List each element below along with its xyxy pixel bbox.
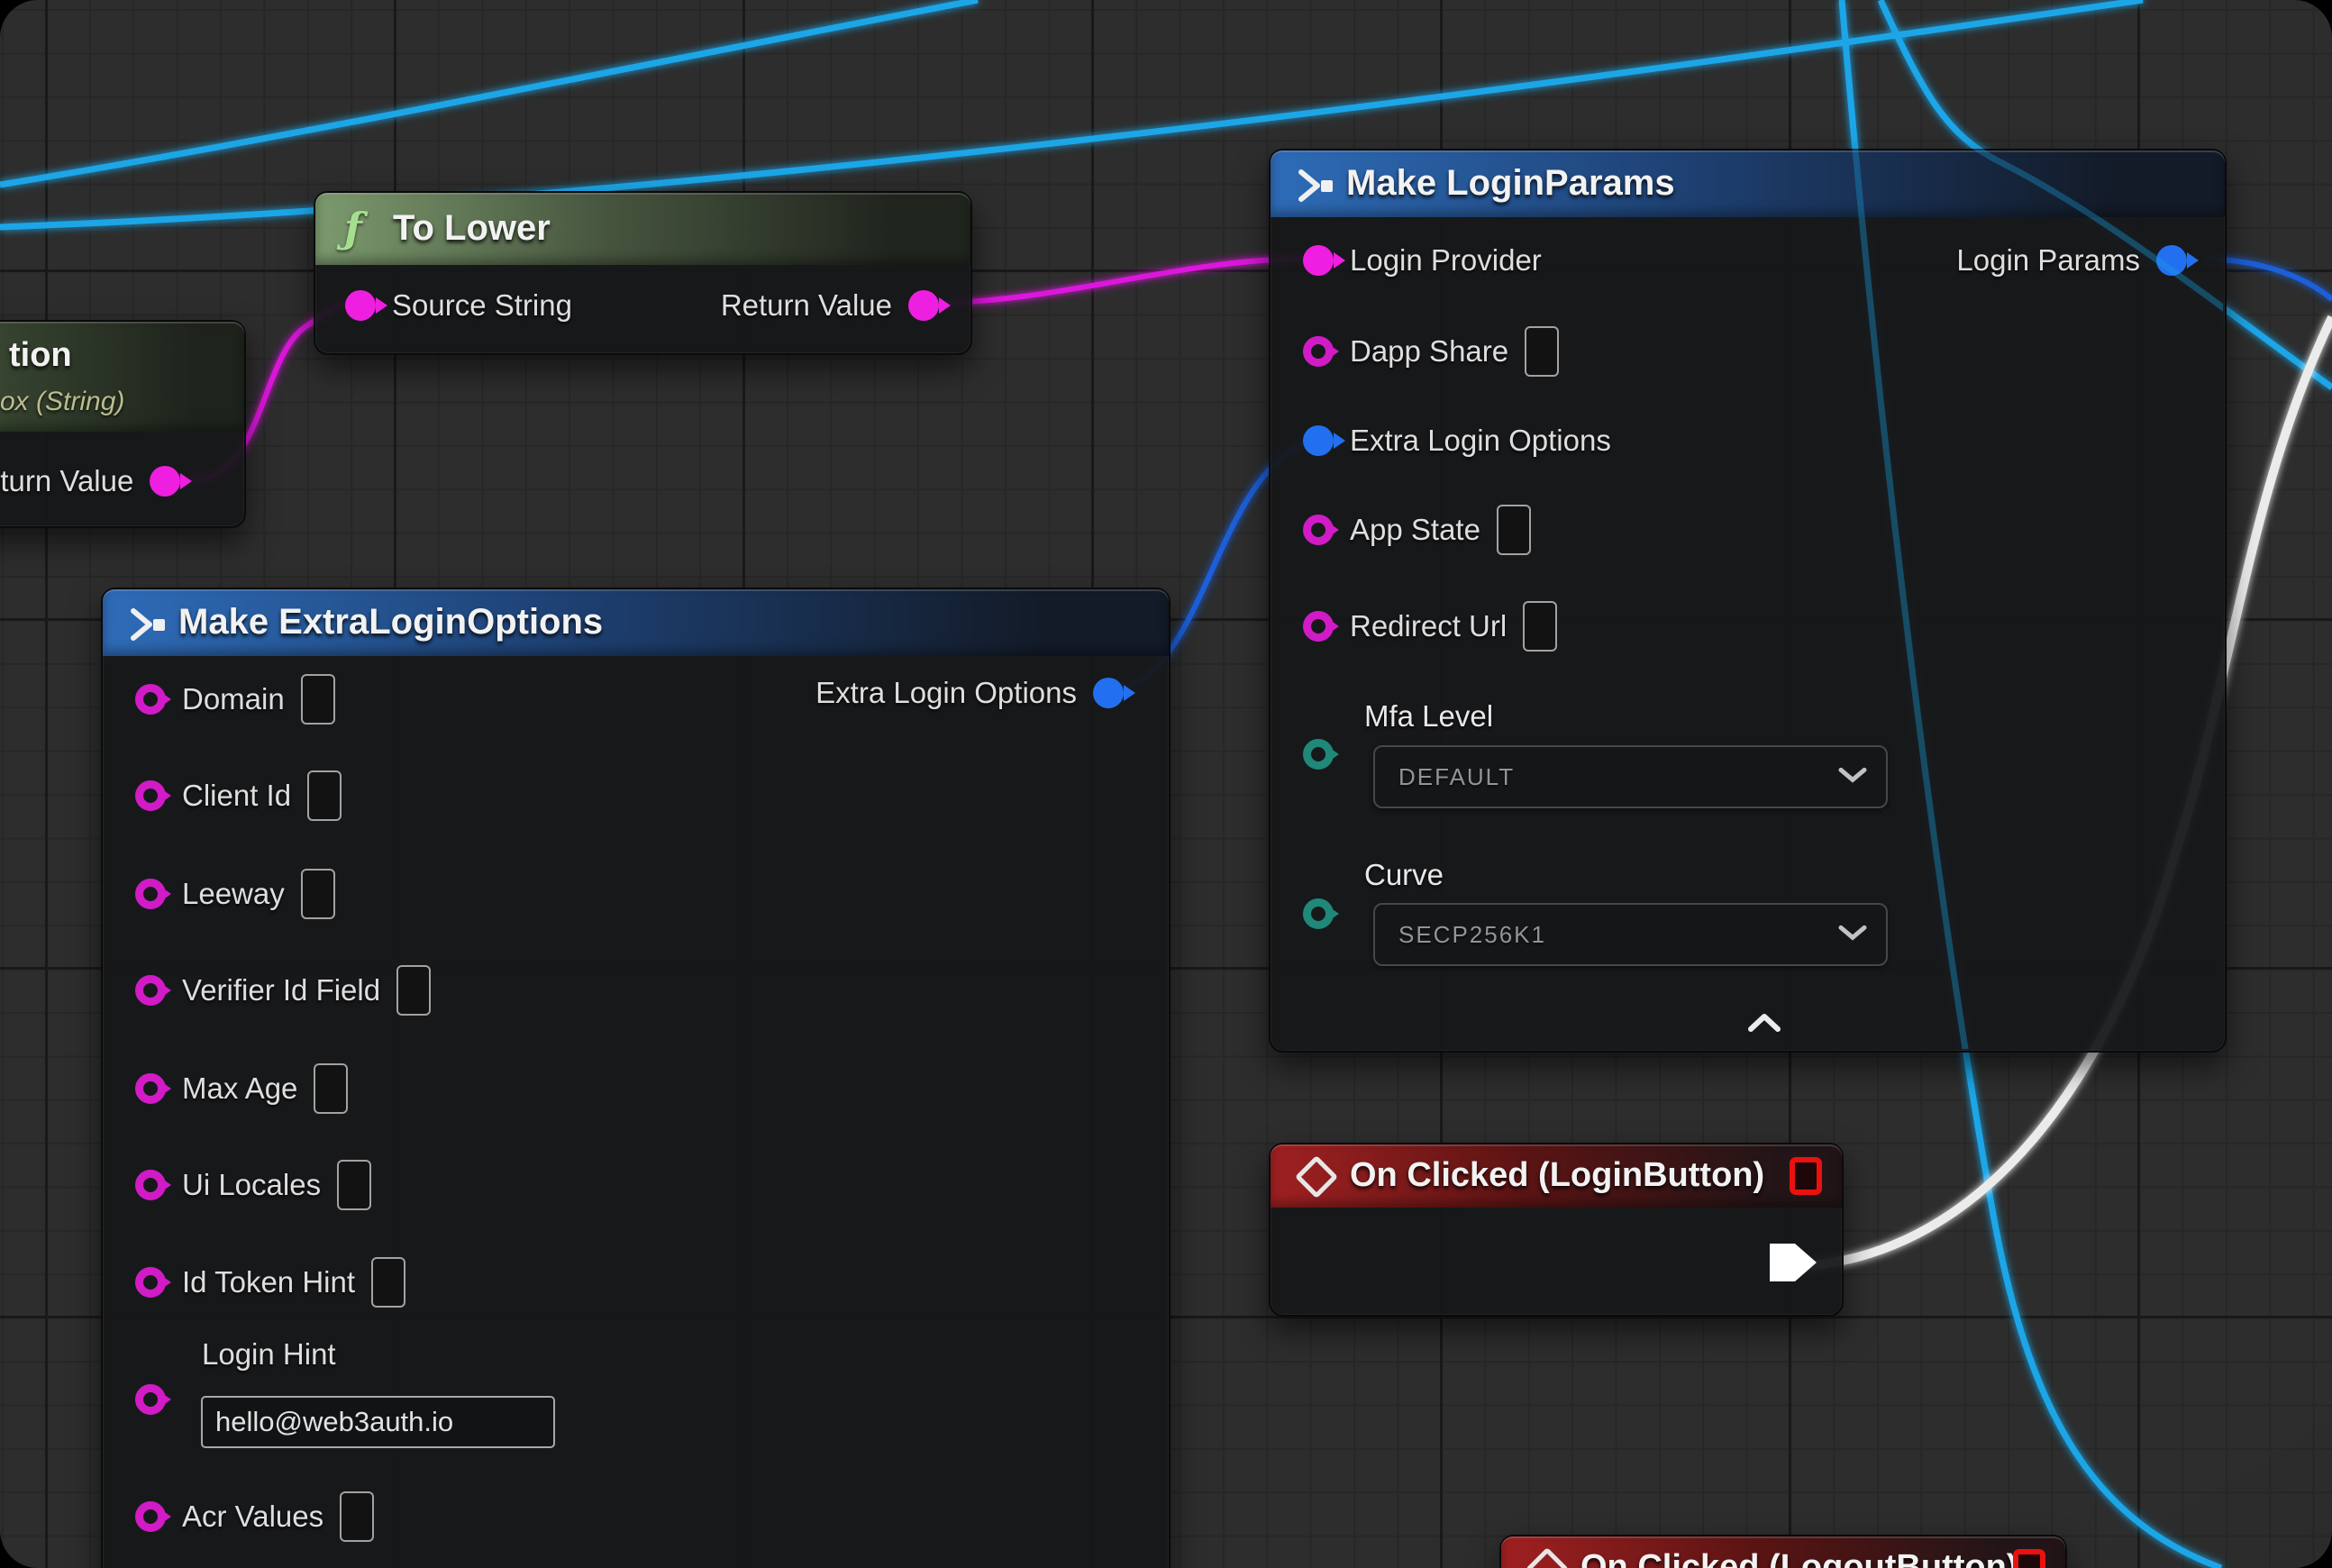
make-struct-icon bbox=[1294, 166, 1335, 205]
pin-label-acr-values: Acr Values bbox=[182, 1500, 323, 1534]
delegate-output-pin[interactable] bbox=[2013, 1549, 2045, 1568]
pin-label-app-state: App State bbox=[1350, 513, 1480, 547]
wire-magenta-tolower-to-loginprovider[interactable] bbox=[915, 259, 1307, 304]
pin-label-leeway: Leeway bbox=[182, 877, 285, 911]
redirect-url-value-box[interactable] bbox=[1523, 601, 1557, 652]
string-input-pin[interactable] bbox=[135, 1170, 166, 1200]
login-hint-input[interactable]: hello@web3auth.io bbox=[201, 1396, 555, 1448]
struct-output-pin[interactable] bbox=[2156, 245, 2187, 276]
acr-values-value-box[interactable] bbox=[340, 1491, 374, 1542]
string-input-pin[interactable] bbox=[1303, 611, 1334, 642]
pin-label-return-value: eturn Value bbox=[0, 464, 133, 498]
string-input-pin[interactable] bbox=[135, 1501, 166, 1532]
node-title: On Clicked (LoginButton) bbox=[1350, 1156, 1764, 1195]
mfa-level-dropdown[interactable]: DEFAULT bbox=[1373, 745, 1888, 808]
blueprint-graph-canvas[interactable]: tion ox (String) eturn Value ƒ To Lower … bbox=[0, 0, 2332, 1568]
id-token-hint-value-box[interactable] bbox=[371, 1257, 405, 1308]
pin-label-domain: Domain bbox=[182, 682, 285, 716]
max-age-value-box[interactable] bbox=[314, 1063, 348, 1114]
pin-label-max-age: Max Age bbox=[182, 1071, 297, 1106]
app-state-value-box[interactable] bbox=[1497, 505, 1531, 555]
string-input-pin[interactable] bbox=[135, 975, 166, 1006]
node-on-clicked-logoutbutton[interactable]: On Clicked (LogoutButton) bbox=[1499, 1535, 2067, 1568]
string-input-pin[interactable] bbox=[135, 780, 166, 811]
node-title: Make LoginParams bbox=[1346, 163, 1675, 204]
curve-label: Curve bbox=[1364, 858, 1444, 892]
string-input-pin[interactable] bbox=[135, 1384, 166, 1415]
string-input-pin[interactable] bbox=[1303, 245, 1334, 276]
node-make-extraloginoptions[interactable]: Make ExtraLoginOptions Extra Login Optio… bbox=[101, 588, 1171, 1568]
pin-label-verifier-id-field: Verifier Id Field bbox=[182, 973, 380, 1007]
pin-label-client-id: Client Id bbox=[182, 779, 291, 813]
exec-output-pin[interactable] bbox=[1768, 1242, 1820, 1283]
pin-label-return-value: Return Value bbox=[721, 288, 892, 323]
curve-value: SECP256K1 bbox=[1398, 921, 1546, 949]
dapp-share-value-box[interactable] bbox=[1525, 326, 1559, 377]
chevron-down-icon bbox=[1837, 766, 1868, 784]
node-subtitle: ox (String) bbox=[0, 387, 124, 417]
mfa-level-label: Mfa Level bbox=[1364, 699, 1493, 734]
node-on-clicked-loginbutton[interactable]: On Clicked (LoginButton) bbox=[1269, 1143, 1844, 1317]
pin-label-extra-login-options-out: Extra Login Options bbox=[815, 676, 1077, 710]
pin-label-id-token-hint: Id Token Hint bbox=[182, 1265, 355, 1299]
verifier-id-field-value-box[interactable] bbox=[396, 965, 431, 1016]
string-input-pin[interactable] bbox=[135, 879, 166, 909]
struct-output-pin[interactable] bbox=[1093, 678, 1124, 708]
string-input-pin[interactable] bbox=[135, 1267, 166, 1298]
collapse-node-chevron-icon[interactable] bbox=[1746, 1012, 1782, 1034]
string-input-pin[interactable] bbox=[135, 684, 166, 715]
node-text-widget-partial[interactable]: tion ox (String) eturn Value bbox=[0, 320, 246, 528]
make-struct-icon bbox=[126, 605, 168, 644]
pin-label-login-hint: Login Hint bbox=[202, 1337, 336, 1372]
curve-dropdown[interactable]: SECP256K1 bbox=[1373, 903, 1888, 966]
string-output-pin[interactable] bbox=[908, 290, 939, 321]
node-title: To Lower bbox=[393, 208, 551, 249]
string-input-pin[interactable] bbox=[345, 290, 376, 321]
pin-label-dapp-share: Dapp Share bbox=[1350, 334, 1508, 369]
string-input-pin[interactable] bbox=[1303, 336, 1334, 367]
enum-input-pin[interactable] bbox=[1303, 739, 1334, 770]
struct-input-pin[interactable] bbox=[1303, 425, 1334, 456]
pin-label-ui-locales: Ui Locales bbox=[182, 1168, 321, 1202]
node-title: Make ExtraLoginOptions bbox=[178, 602, 603, 643]
chevron-down-icon bbox=[1837, 924, 1868, 942]
pin-label-login-provider: Login Provider bbox=[1350, 243, 1542, 278]
node-title: tion bbox=[9, 336, 72, 375]
domain-value-box[interactable] bbox=[301, 674, 335, 725]
pin-label-login-params: Login Params bbox=[1956, 243, 2140, 278]
client-id-value-box[interactable] bbox=[307, 770, 342, 821]
string-output-pin[interactable] bbox=[150, 466, 180, 497]
node-to-lower[interactable]: ƒ To Lower Source String Return Value bbox=[314, 191, 972, 355]
wire-cyan-topleft-1[interactable] bbox=[0, 0, 978, 185]
pin-label-source-string: Source String bbox=[392, 288, 572, 323]
node-title: On Clicked (LogoutButton) bbox=[1580, 1548, 2018, 1568]
string-input-pin[interactable] bbox=[1303, 515, 1334, 545]
delegate-output-pin[interactable] bbox=[1790, 1157, 1822, 1195]
wire-blue-loginparams-out[interactable] bbox=[2209, 259, 2332, 299]
node-make-loginparams[interactable]: Make LoginParams Login Provider Login Pa… bbox=[1269, 149, 2227, 1053]
mfa-level-value: DEFAULT bbox=[1398, 763, 1515, 791]
function-icon: ƒ bbox=[344, 204, 362, 252]
string-input-pin[interactable] bbox=[135, 1073, 166, 1104]
enum-input-pin[interactable] bbox=[1303, 898, 1334, 929]
pin-label-extra-login-options: Extra Login Options bbox=[1350, 424, 1611, 458]
blueprint-editor: tion ox (String) eturn Value ƒ To Lower … bbox=[0, 0, 2332, 1568]
pin-label-redirect-url: Redirect Url bbox=[1350, 609, 1507, 643]
login-hint-value: hello@web3auth.io bbox=[215, 1406, 453, 1438]
leeway-value-box[interactable] bbox=[301, 869, 335, 919]
ui-locales-value-box[interactable] bbox=[337, 1160, 371, 1210]
